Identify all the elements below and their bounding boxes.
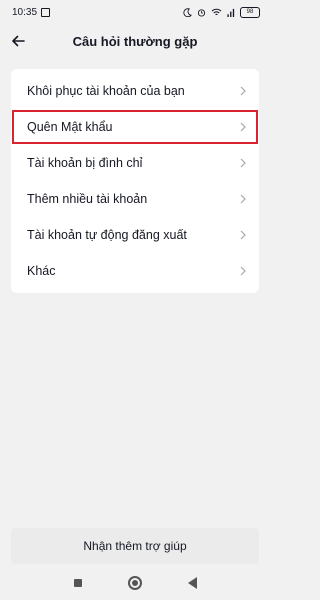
status-bar: 10:35 98 [0,0,270,24]
system-nav-bar [0,566,270,600]
signal-icon [227,8,235,17]
chevron-right-icon [240,122,246,132]
back-arrow-icon [12,35,25,47]
battery-icon: 98 [240,6,260,18]
faq-item-label: Quên Mật khẩu [27,120,113,134]
faq-item-auto-logout[interactable]: Tài khoản tự động đăng xuất [11,217,259,253]
faq-item-label: Thêm nhiều tài khoản [27,192,148,206]
header: Câu hỏi thường gặp [0,24,270,58]
get-more-help-label: Nhận thêm trợ giúp [83,539,187,553]
faq-list: Khôi phục tài khoản của bạn Quên Mật khẩ… [11,69,259,293]
faq-item-label: Khôi phục tài khoản của bạn [27,84,185,98]
chevron-right-icon [240,194,246,204]
wifi-icon [211,8,222,15]
chevron-right-icon [240,266,246,276]
faq-item-suspended-account[interactable]: Tài khoản bị đình chỉ [11,145,259,181]
home-icon [131,580,138,586]
get-more-help-button[interactable]: Nhận thêm trợ giúp [11,528,259,564]
back-button[interactable] [8,31,28,51]
faq-item-forgot-password[interactable]: Quên Mật khẩu [11,109,259,145]
status-time: 10:35 [12,6,38,18]
chevron-right-icon [240,158,246,168]
chevron-right-icon [240,230,246,240]
system-back-button[interactable] [187,577,197,589]
faq-item-label: Khác [27,264,56,278]
faq-item-recover-account[interactable]: Khôi phục tài khoản của bạn [11,73,259,109]
home-button[interactable] [127,576,142,590]
recent-apps-button[interactable] [73,579,82,587]
chevron-right-icon [240,86,246,96]
faq-item-other[interactable]: Khác [11,253,259,289]
page-title: Câu hỏi thường gặp [72,33,198,49]
moon-icon [183,7,192,17]
faq-item-label: Tài khoản tự động đăng xuất [27,228,187,242]
alarm-icon [197,8,206,17]
faq-item-add-accounts[interactable]: Thêm nhiều tài khoản [11,181,259,217]
faq-item-label: Tài khoản bị đình chỉ [27,156,143,170]
notification-icon [41,7,51,17]
